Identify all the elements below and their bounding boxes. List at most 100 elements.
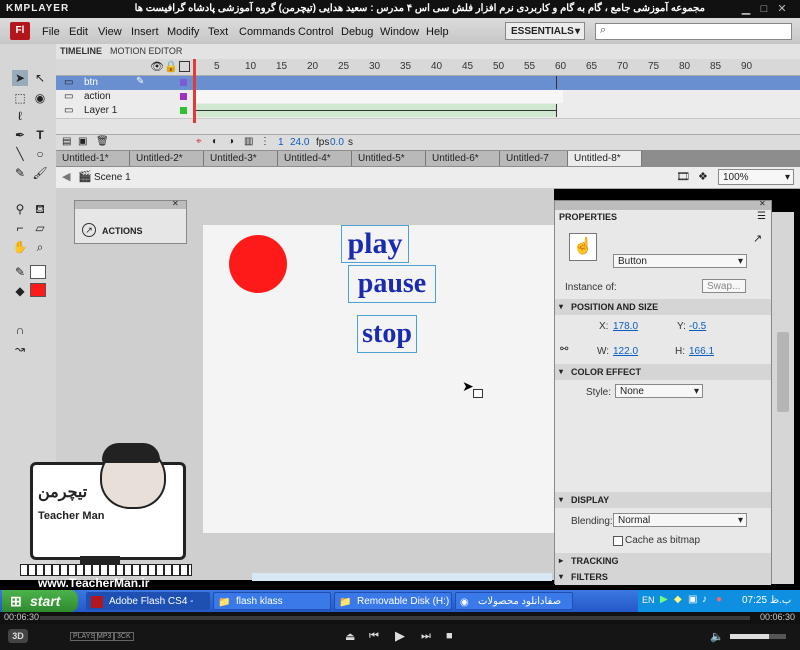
pen-tool-icon[interactable]: ✒	[12, 127, 28, 143]
tray-icon-4[interactable]: ●	[716, 594, 722, 605]
pencil-tool-icon[interactable]: ✎	[12, 165, 28, 181]
menu-insert[interactable]: Insert	[131, 26, 159, 38]
eyedropper-tool-icon[interactable]: ⌐	[12, 220, 28, 236]
section-filters[interactable]: ▾ FILTERS	[555, 569, 771, 585]
section-tracking[interactable]: ▸ TRACKING	[555, 553, 771, 569]
snap-magnet-icon[interactable]: ∩	[12, 322, 28, 338]
3d-rotation-tool-icon[interactable]: ◉	[32, 90, 48, 106]
stroke-color-icon[interactable]: ✎	[12, 264, 28, 280]
free-transform-tool-icon[interactable]: ⬚	[12, 90, 28, 106]
smooth-icon[interactable]: ↝	[12, 341, 28, 357]
edit-symbol-icon[interactable]: ↗	[753, 232, 762, 245]
frame-span[interactable]	[193, 76, 557, 89]
eye-icon[interactable]: 👁	[150, 60, 164, 73]
kmplayer-seek-bar[interactable]: 00:06:30 00:06:30	[0, 612, 800, 624]
h-value[interactable]: 166.1	[689, 346, 714, 357]
outline-icon[interactable]	[179, 61, 190, 72]
scrollbar-thumb[interactable]	[777, 332, 789, 412]
tray-icon-3[interactable]: ▣	[688, 594, 697, 605]
menu-file[interactable]: File	[42, 26, 60, 38]
volume-slider[interactable]	[730, 634, 786, 639]
elapsed-time[interactable]: 0.0	[330, 137, 344, 148]
3d-toggle-button[interactable]: 3D	[8, 629, 28, 643]
actions-panel[interactable]: ✕ ↗ ACTIONS	[74, 199, 187, 244]
start-button[interactable]: ⊞ start	[2, 590, 78, 612]
swap-button[interactable]: Swap...	[702, 279, 746, 293]
layer-row-btn[interactable]: ▭ btn ✎	[56, 76, 800, 91]
properties-title[interactable]: PROPERTIES	[559, 212, 617, 222]
zoom-tool-icon[interactable]: ⌕	[32, 239, 48, 255]
section-color-effect[interactable]: ▾ COLOR EFFECT	[555, 364, 771, 380]
workspace-switcher[interactable]: ESSENTIALS ▾	[505, 22, 585, 40]
stage-scrollbar[interactable]	[252, 573, 552, 581]
minimize-icon[interactable]: ▁	[740, 3, 752, 15]
next-icon[interactable]: ⏭	[421, 630, 431, 643]
eraser-tool-icon[interactable]: ▱	[32, 220, 48, 236]
speaker-icon[interactable]: 🔈	[710, 630, 724, 643]
menu-control[interactable]: Control	[298, 26, 333, 38]
edit-scene-icon[interactable]: 🎞	[676, 170, 690, 183]
section-position-size[interactable]: ▾ POSITION AND SIZE	[555, 299, 771, 315]
edit-symbol-icon[interactable]: ❖	[698, 170, 708, 183]
doc-tab[interactable]: Untitled-2*	[130, 151, 204, 166]
pause-button-instance[interactable]: pause	[348, 265, 436, 303]
doc-tab[interactable]: Untitled-4*	[278, 151, 352, 166]
section-display[interactable]: ▾ DISPLAY	[555, 492, 771, 508]
stop-button-instance[interactable]: stop	[357, 315, 417, 353]
zoom-select[interactable]: 100% ▾	[718, 169, 794, 185]
play-icon[interactable]: ▶	[395, 628, 405, 644]
lock-proportions-icon[interactable]: ⚯	[560, 344, 568, 355]
frame-span[interactable]	[193, 90, 563, 103]
clock[interactable]: 07:25 ب.ظ	[742, 595, 791, 606]
bone-tool-icon[interactable]: ⚲	[12, 201, 28, 217]
doc-tab[interactable]: Untitled-6*	[426, 151, 500, 166]
menu-modify[interactable]: Modify	[167, 26, 199, 38]
volume-icon[interactable]: ♪	[702, 594, 707, 605]
doc-tab[interactable]: Untitled-3*	[204, 151, 278, 166]
seek-track[interactable]	[40, 616, 750, 620]
onion-outline-icon[interactable]: ◑	[228, 136, 234, 147]
doc-tab[interactable]: Untitled-7	[500, 151, 568, 166]
doc-tab[interactable]: Untitled-1*	[56, 151, 130, 166]
symbol-type-select[interactable]: Button ▾	[613, 254, 747, 268]
onion-skin-icon[interactable]: ◐	[212, 136, 218, 147]
language-indicator[interactable]: EN	[642, 595, 655, 605]
task-flash-klass[interactable]: 📁 flash klass	[213, 592, 331, 610]
delete-layer-icon[interactable]: 🗑	[96, 136, 109, 147]
lock-icon[interactable]: 🔒	[164, 60, 178, 73]
eject-icon[interactable]: ⏏	[345, 630, 355, 643]
fill-color-icon[interactable]: ◆	[12, 283, 28, 299]
fill-color-swatch[interactable]	[30, 283, 46, 297]
previous-icon[interactable]: ⏮	[369, 630, 379, 643]
blending-select[interactable]: Normal ▾	[613, 513, 747, 527]
panel-menu-icon[interactable]: ☰	[757, 211, 766, 222]
paint-bucket-tool-icon[interactable]: ⛾	[32, 201, 48, 217]
tab-motion-editor[interactable]: MOTION EDITOR	[110, 46, 182, 58]
help-search-input[interactable]: ⌕	[595, 23, 792, 40]
task-adobe-flash[interactable]: Adobe Flash CS4 - Un...	[86, 592, 210, 625]
lasso-tool-icon[interactable]: ℓ	[12, 108, 28, 124]
current-frame[interactable]: 1	[278, 137, 284, 148]
task-removable-disk[interactable]: 📁 Removable Disk (H:)	[334, 592, 452, 610]
hand-tool-icon[interactable]: ✋	[12, 239, 28, 255]
scene-label[interactable]: Scene 1	[94, 172, 131, 183]
close-icon[interactable]: ✕	[759, 199, 766, 208]
selection-tool-icon[interactable]: ➤	[12, 70, 28, 86]
y-value[interactable]: -0.5	[689, 321, 706, 332]
menu-view[interactable]: View	[98, 26, 122, 38]
back-arrow-icon[interactable]: ◀	[62, 170, 70, 183]
close-icon[interactable]: ✕	[776, 3, 788, 15]
doc-tab-active[interactable]: Untitled-8*	[568, 151, 642, 166]
style-select[interactable]: None ▾	[615, 384, 703, 398]
menu-edit[interactable]: Edit	[69, 26, 88, 38]
w-value[interactable]: 122.0	[613, 346, 638, 357]
menu-commands[interactable]: Commands	[239, 26, 295, 38]
subselection-tool-icon[interactable]: ↖	[32, 70, 48, 86]
layer-row-action[interactable]: ▭ action	[56, 90, 800, 105]
frame-rate[interactable]: 24.0	[290, 137, 309, 148]
play-button-instance[interactable]: play	[341, 225, 409, 263]
onion-markers-icon[interactable]: ⋮	[260, 136, 270, 147]
new-layer-icon[interactable]: ▤	[62, 136, 71, 147]
stop-icon[interactable]: ■	[446, 630, 453, 642]
doc-tab[interactable]: Untitled-5*	[352, 151, 426, 166]
